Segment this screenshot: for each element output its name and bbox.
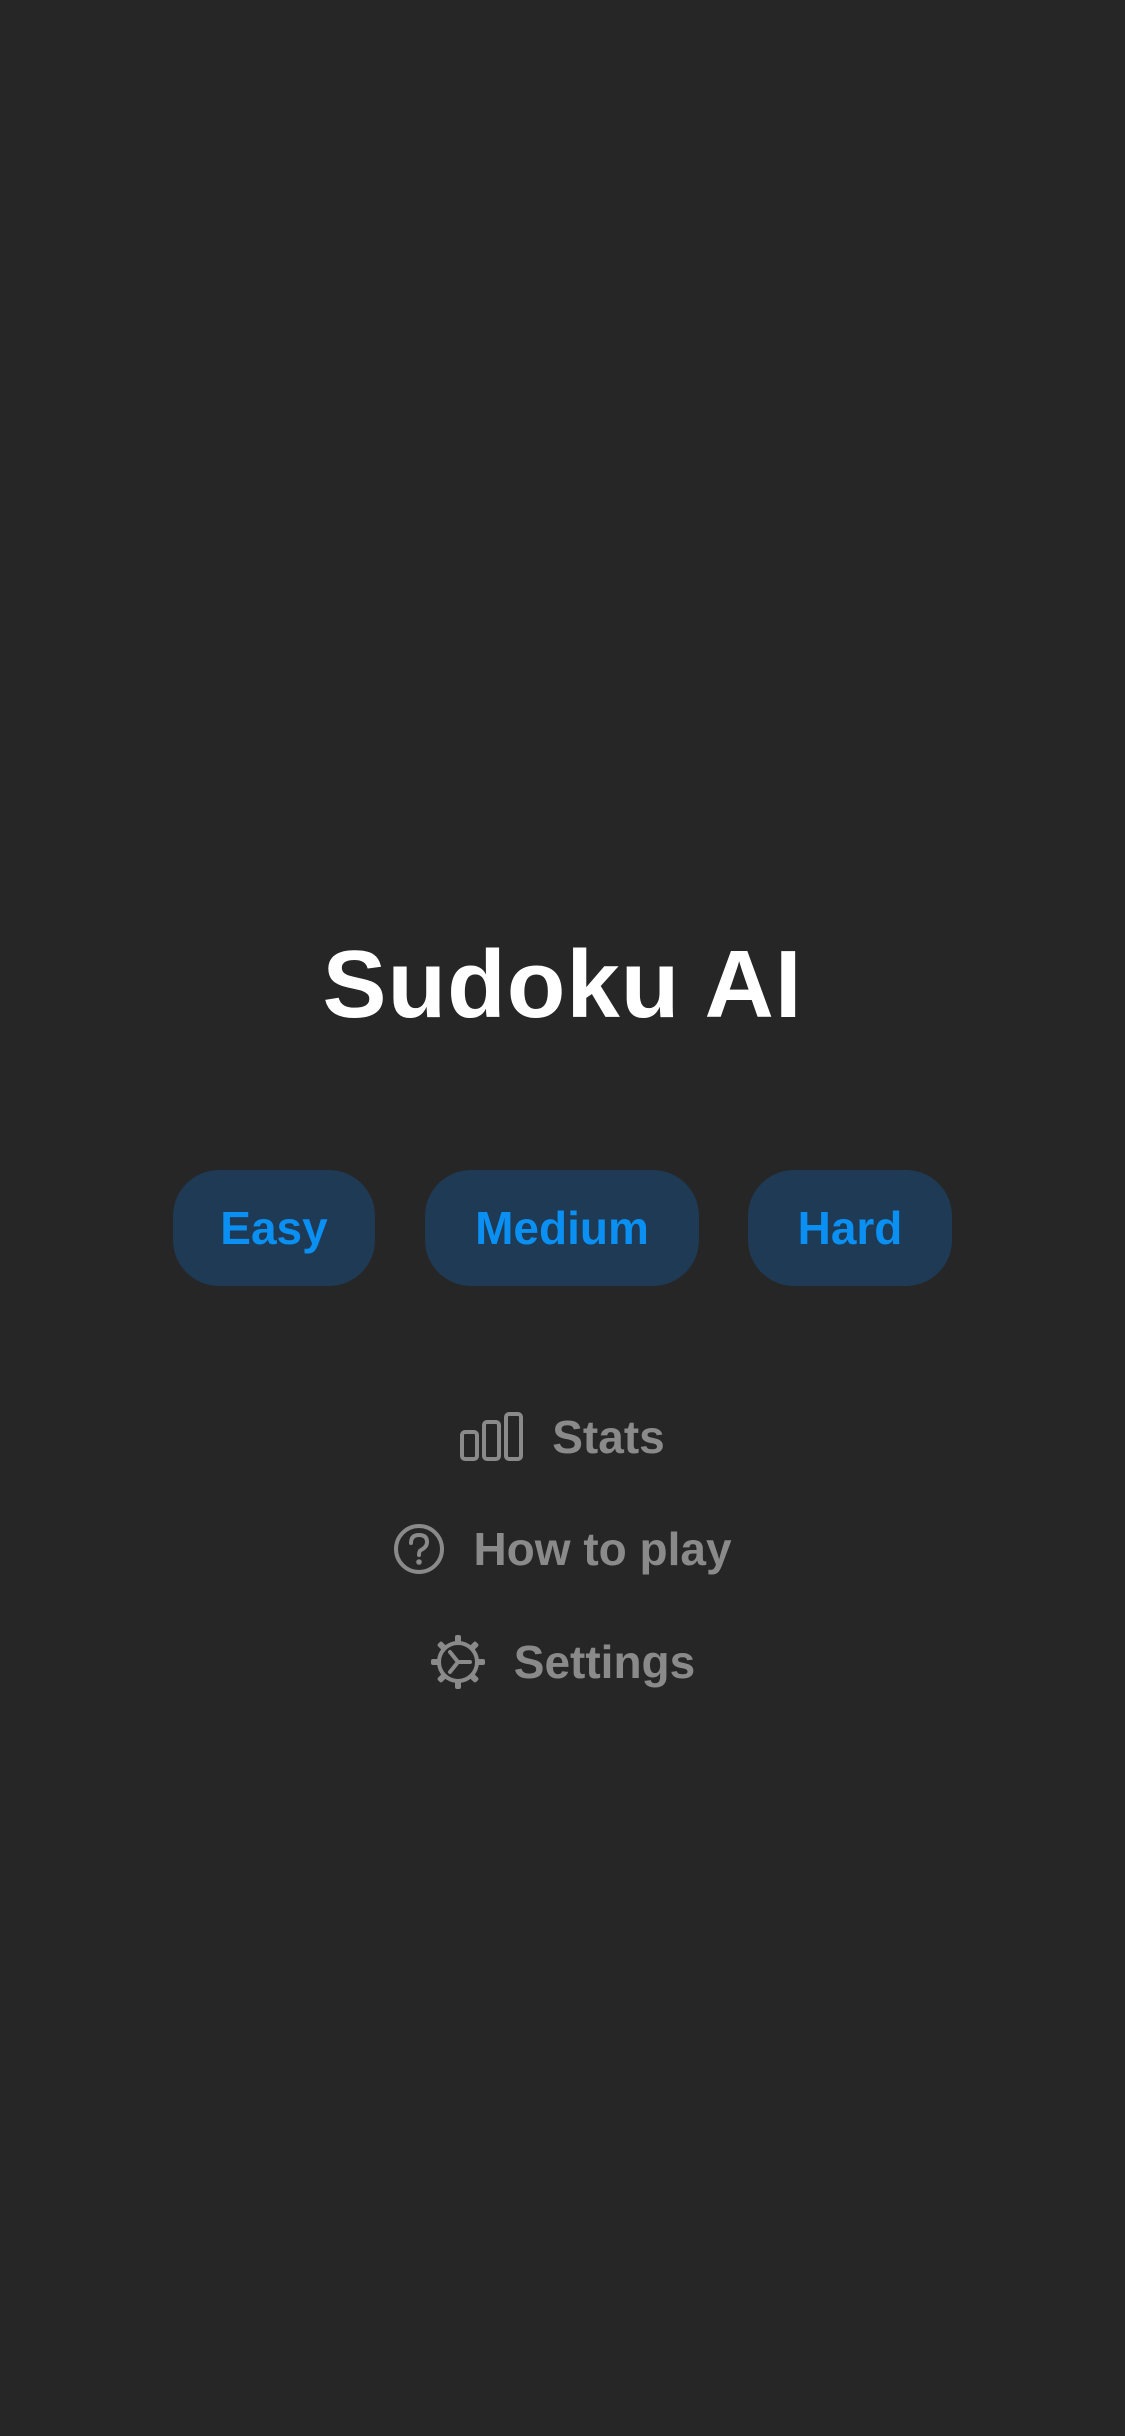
settings-label: Settings [513, 1636, 696, 1688]
how-to-play-label: How to play [473, 1523, 732, 1575]
easy-button[interactable]: Easy [173, 1170, 375, 1286]
settings-menu-item[interactable]: Settings [0, 1627, 1125, 1697]
question-circle-icon [393, 1523, 445, 1575]
gear-icon [430, 1634, 486, 1690]
medium-button[interactable]: Medium [425, 1170, 699, 1286]
page-title: Sudoku AI [322, 931, 803, 1038]
stats-menu-item[interactable]: Stats [0, 1402, 1125, 1472]
hard-button[interactable]: Hard [748, 1170, 952, 1286]
bar-chart-icon [460, 1412, 524, 1462]
how-to-play-menu-item[interactable]: How to play [0, 1514, 1125, 1584]
stats-label: Stats [552, 1411, 665, 1463]
